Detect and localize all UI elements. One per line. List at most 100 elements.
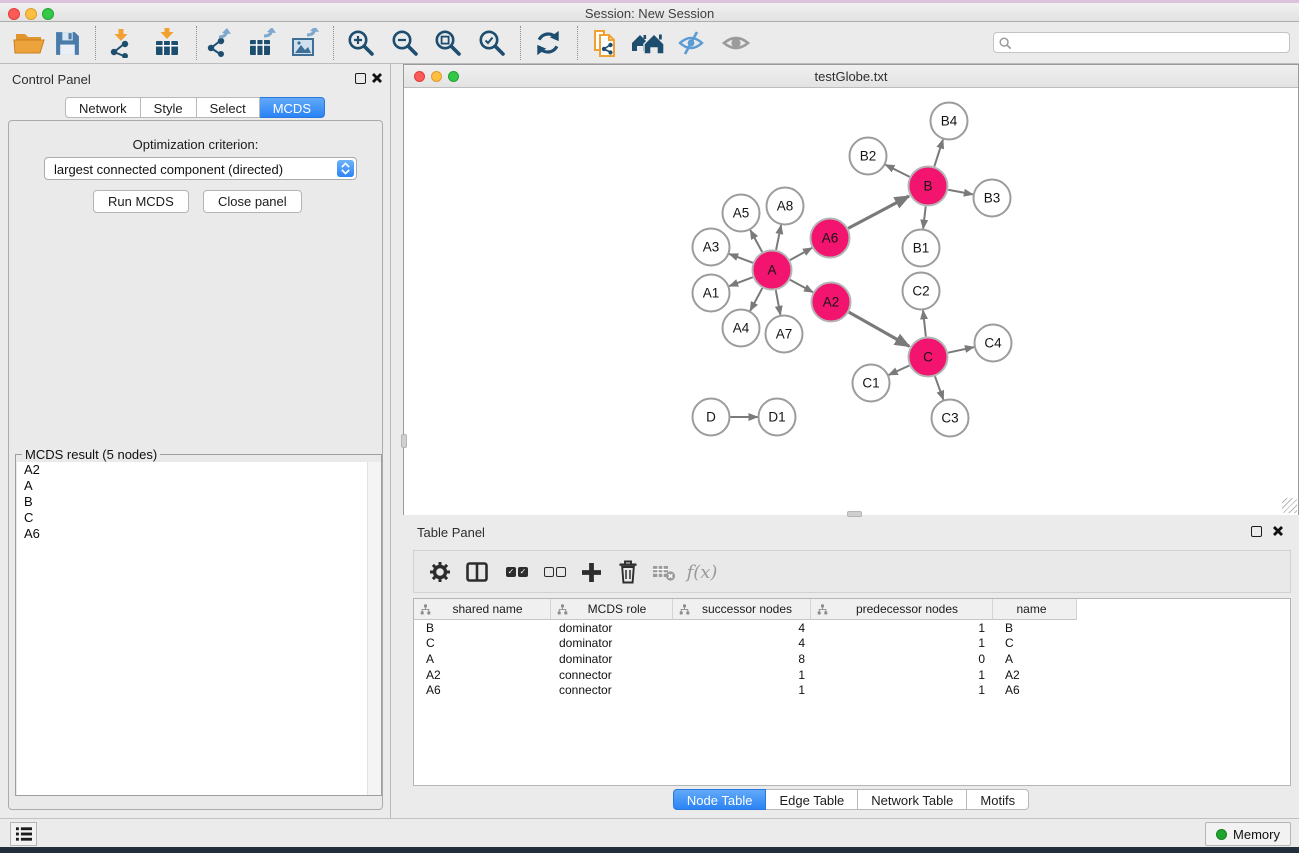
graph-node-a1[interactable]: A1 [693,275,730,312]
graph-node-c3[interactable]: C3 [932,400,969,437]
table-row-a[interactable]: Adominator80A [414,651,1290,667]
graph-node-a5[interactable]: A5 [723,195,760,232]
tab-motifs[interactable]: Motifs [967,789,1029,810]
memory-button[interactable]: Memory [1205,822,1291,846]
close-panel-icon[interactable] [371,71,383,83]
column-header-shared-name[interactable]: shared name [414,599,551,620]
tab-edge-table[interactable]: Edge Table [766,789,858,810]
tab-style[interactable]: Style [141,97,197,118]
home-view-button[interactable] [631,27,665,59]
graph-node-b3[interactable]: B3 [974,180,1011,217]
graph-node-c4[interactable]: C4 [975,325,1012,362]
clone-network-button[interactable] [588,27,622,59]
graph-node-b4[interactable]: B4 [931,103,968,140]
table-row-a2[interactable]: A2connector11A2 [414,667,1290,683]
export-network-button[interactable] [202,27,236,59]
tab-network-table[interactable]: Network Table [858,789,967,810]
export-image-button[interactable] [288,27,322,59]
graph-node-a7[interactable]: A7 [766,316,803,353]
network-canvas[interactable]: B4 B2 B B3 A5A8A6 A3 B1 A A1 C2 A2 A4A7 C4 C C1 C3 D D1 [404,88,1298,515]
import-network-button[interactable] [104,27,138,59]
edge-A-A7[interactable] [776,290,781,315]
graph-node-c1[interactable]: C1 [853,365,890,402]
tab-node-table[interactable]: Node Table [673,789,767,810]
network-horizontal-scrollbar[interactable] [847,511,862,517]
open-session-button[interactable] [12,27,46,59]
result-item-c[interactable]: C [17,510,381,526]
graph-node-a2[interactable]: A2 [812,283,851,322]
edge-A-A8[interactable] [776,225,781,250]
edge-B-B1[interactable] [923,206,926,228]
tab-mcds[interactable]: MCDS [260,97,325,118]
graph-node-c2[interactable]: C2 [903,273,940,310]
close-panel-button[interactable]: Close panel [203,190,302,213]
tab-select[interactable]: Select [197,97,260,118]
export-table-button[interactable] [245,27,279,59]
graph-node-a4[interactable]: A4 [723,310,760,347]
graph-node-b2[interactable]: B2 [850,138,887,175]
show-columns-button[interactable] [461,557,493,587]
column-header-mcds-role[interactable]: MCDS role [551,599,673,620]
graph-node-c[interactable]: C [909,338,948,377]
result-item-a[interactable]: A [17,478,381,494]
save-session-button[interactable] [50,27,84,59]
column-header-predecessor-nodes[interactable]: predecessor nodes [811,599,993,620]
result-scrollbar[interactable] [367,462,381,795]
edge-C-C1[interactable] [889,366,910,375]
graph-node-b[interactable]: B [909,167,948,206]
edge-A-A2[interactable] [790,280,813,292]
graph-node-b1[interactable]: B1 [903,230,940,267]
import-table-button[interactable] [150,27,184,59]
window-resize-grip[interactable] [1282,498,1297,513]
table-row-a6[interactable]: A6connector11A6 [414,682,1290,698]
table-row-c[interactable]: Cdominator41C [414,636,1290,652]
graph-node-d[interactable]: D [693,399,730,436]
graph-node-a6[interactable]: A6 [811,219,850,258]
edge-A-A6[interactable] [790,248,812,260]
column-header-successor-nodes[interactable]: successor nodes [673,599,811,620]
select-all-button[interactable]: ✓ ✓ [501,557,533,587]
float-panel-icon[interactable] [355,73,366,84]
zoom-fit-button[interactable] [431,27,465,59]
show-view-button[interactable] [719,27,753,59]
task-history-button[interactable] [10,822,37,846]
graph-node-d1[interactable]: D1 [759,399,796,436]
delete-table-button[interactable] [648,557,680,587]
edge-A-A4[interactable] [750,288,762,311]
graph-node-a[interactable]: A [753,251,792,290]
edge-C-C4[interactable] [948,347,974,353]
edge-C-C3[interactable] [935,376,943,399]
table-row-b[interactable]: Bdominator41B [414,620,1290,636]
edge-C-C2[interactable] [923,310,926,336]
result-item-b[interactable]: B [17,494,381,510]
edge-A-A5[interactable] [750,230,762,252]
zoom-selected-button[interactable] [475,27,509,59]
result-item-a2[interactable]: A2 [17,462,381,478]
tab-network[interactable]: Network [65,97,141,118]
add-column-button[interactable] [575,557,607,587]
edge-B-B2[interactable] [885,165,909,177]
edge-B-B4[interactable] [934,140,943,167]
delete-column-button[interactable] [612,557,644,587]
edge-B-B3[interactable] [948,190,973,195]
column-header-name[interactable]: name [993,599,1077,620]
edge-A-A1[interactable] [729,277,753,286]
zoom-out-button[interactable] [388,27,422,59]
result-item-a6[interactable]: A6 [17,526,381,542]
deselect-all-button[interactable] [539,557,571,587]
graph-node-a3[interactable]: A3 [693,229,730,266]
zoom-in-button[interactable] [344,27,378,59]
edge-A6-B[interactable] [848,196,909,228]
table-settings-button[interactable] [424,557,456,587]
edge-A2-C[interactable] [849,312,909,346]
float-table-panel-icon[interactable] [1251,526,1262,537]
search-field[interactable] [993,32,1290,53]
edge-A-A3[interactable] [729,254,753,263]
hide-view-button[interactable] [674,27,708,59]
network-vertical-scrollbar[interactable] [401,434,407,448]
criterion-dropdown[interactable]: largest connected component (directed) [44,157,357,180]
function-builder-button[interactable]: f(x) [686,557,718,587]
search-input[interactable] [1016,34,1284,51]
run-mcds-button[interactable]: Run MCDS [93,190,189,213]
graph-node-a8[interactable]: A8 [767,188,804,225]
